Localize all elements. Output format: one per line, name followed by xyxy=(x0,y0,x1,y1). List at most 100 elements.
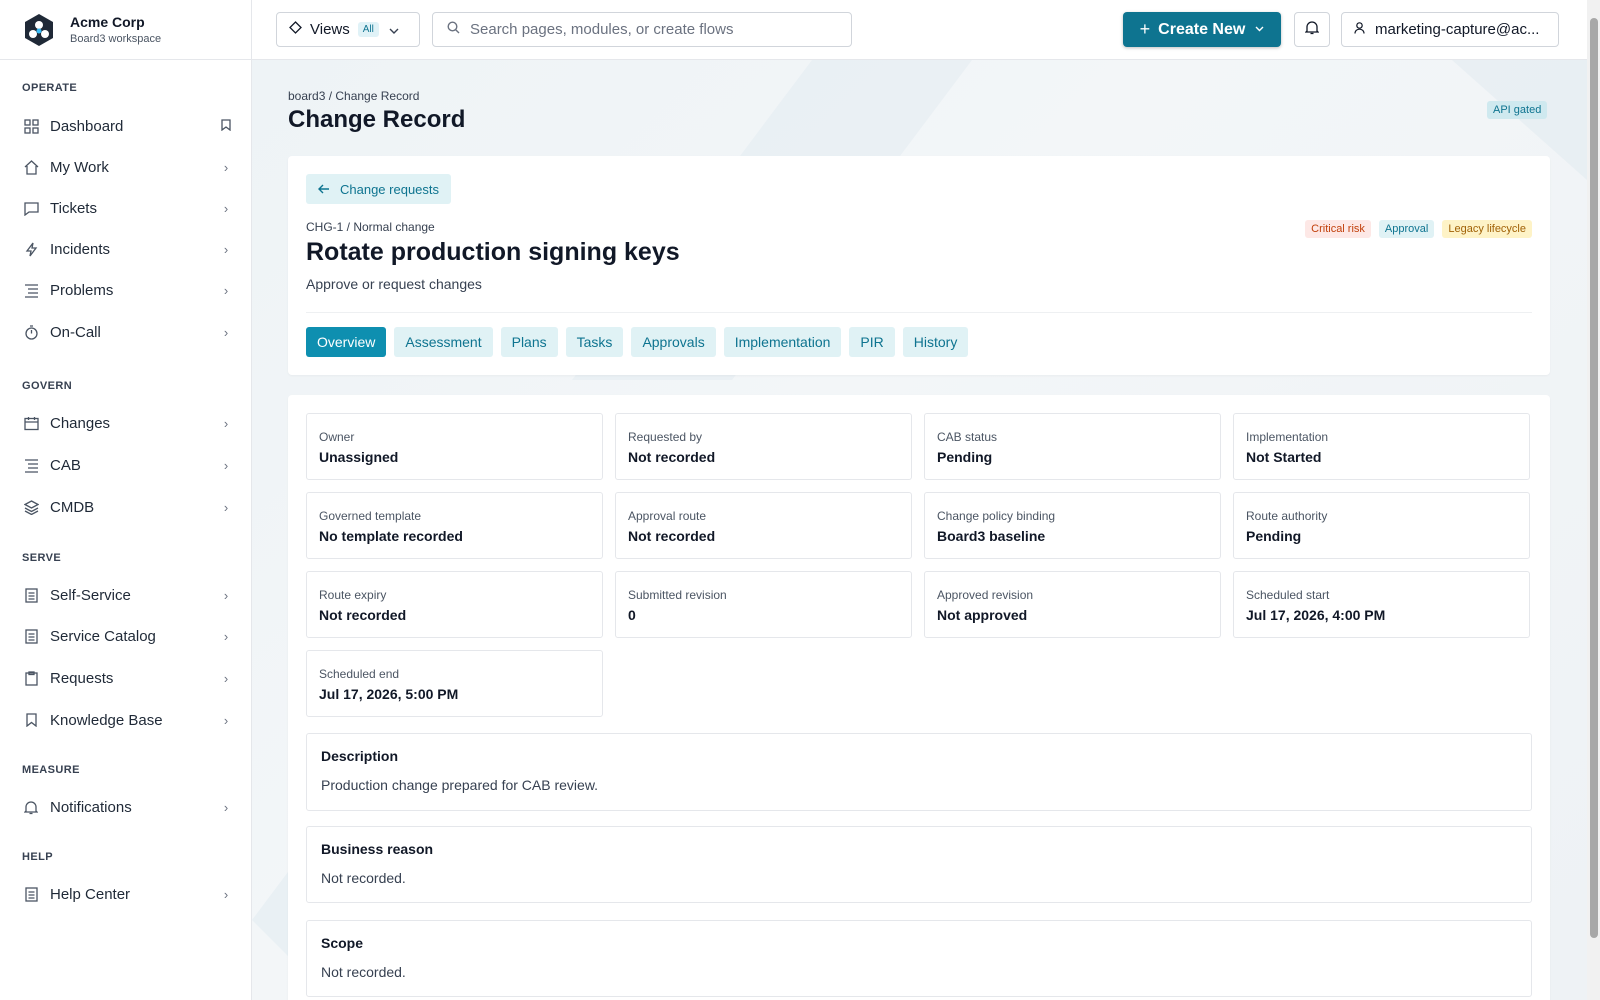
sidebar-item-cab[interactable]: CAB › xyxy=(22,450,234,480)
chevron-right-icon: › xyxy=(223,799,229,815)
list-icon xyxy=(22,456,40,474)
sidebar-item-service-catalog[interactable]: Service Catalog › xyxy=(22,621,234,651)
sidebar-item-notifications[interactable]: Notifications › xyxy=(22,792,234,822)
field-submitted-revision: Submitted revision 0 xyxy=(615,571,912,638)
create-new-button[interactable]: + Create New xyxy=(1123,12,1281,47)
sidebar-item-label: Help Center xyxy=(50,885,131,903)
sidebar-item-label: Tickets xyxy=(50,199,97,217)
sidebar-item-self-service[interactable]: Self-Service › xyxy=(22,580,234,610)
main-content: board3 / Change Record Change Record API… xyxy=(252,60,1587,1000)
description-section: Description Production change prepared f… xyxy=(306,733,1532,811)
tab-tasks[interactable]: Tasks xyxy=(565,327,624,357)
bookmark-icon[interactable] xyxy=(218,118,234,134)
grid-icon xyxy=(22,117,40,135)
sidebar-item-my-work[interactable]: My Work › xyxy=(22,152,234,182)
tab-pir[interactable]: PIR xyxy=(849,327,895,357)
field-value: No template recorded xyxy=(319,528,463,544)
chevron-right-icon: › xyxy=(223,670,229,686)
nav-section-measure: MEASURE xyxy=(22,764,80,776)
section-text: Not recorded. xyxy=(321,870,406,886)
record-id: CHG-1 / Normal change xyxy=(306,220,435,234)
bolt-icon xyxy=(22,240,40,258)
sidebar-item-label: Self-Service xyxy=(50,586,131,604)
chevron-right-icon: › xyxy=(223,200,229,216)
views-dropdown[interactable]: Views All xyxy=(276,12,420,47)
chevron-right-icon: › xyxy=(223,457,229,473)
sidebar-item-label: On-Call xyxy=(50,323,101,341)
section-text: Not recorded. xyxy=(321,964,406,980)
chevron-right-icon: › xyxy=(223,499,229,515)
page-title: Change Record xyxy=(288,106,466,133)
list-icon xyxy=(22,281,40,299)
search-input[interactable]: Search pages, modules, or create flows xyxy=(432,12,852,47)
field-value: Jul 17, 2026, 4:00 PM xyxy=(1246,607,1386,623)
field-label: Scheduled start xyxy=(1246,588,1330,602)
field-value: Not approved xyxy=(937,607,1028,623)
bell-icon xyxy=(1304,20,1320,40)
brand[interactable]: Acme Corp Board3 workspace xyxy=(0,0,251,60)
sidebar-item-label: Changes xyxy=(50,414,111,432)
field-label: Governed template xyxy=(319,509,422,523)
sidebar-item-knowledge-base[interactable]: Knowledge Base › xyxy=(22,705,234,735)
field-label: Approval route xyxy=(628,509,707,523)
field-cab-status: CAB status Pending xyxy=(924,413,1221,480)
notifications-button[interactable] xyxy=(1294,12,1330,47)
create-new-label: Create New xyxy=(1158,20,1246,38)
field-approval-route: Approval route Not recorded xyxy=(615,492,912,559)
record-title: Rotate production signing keys xyxy=(306,238,680,266)
api-gated-badge: API gated xyxy=(1487,101,1548,119)
tab-assessment[interactable]: Assessment xyxy=(394,327,493,357)
sidebar-item-label: My Work xyxy=(50,158,109,176)
field-label: Requested by xyxy=(628,430,703,444)
chevron-right-icon: › xyxy=(223,415,229,431)
clipboard-icon xyxy=(22,669,40,687)
sidebar-item-tickets[interactable]: Tickets › xyxy=(22,193,234,223)
field-label: Approved revision xyxy=(937,588,1034,602)
sidebar-item-help-center[interactable]: Help Center › xyxy=(22,879,234,909)
user-menu-button[interactable]: marketing-capture@ac... xyxy=(1341,12,1559,47)
record-header-card: Change requests CHG-1 / Normal change Ro… xyxy=(288,156,1550,375)
bookmark-icon xyxy=(22,711,40,729)
sidebar-item-requests[interactable]: Requests › xyxy=(22,663,234,693)
chevron-right-icon: › xyxy=(223,324,229,340)
document-icon xyxy=(22,885,40,903)
chevron-right-icon: › xyxy=(223,886,229,902)
field-value: Not recorded xyxy=(319,607,407,623)
overview-card: Owner Unassigned Requested by Not recorded… xyxy=(288,395,1550,1000)
risk-badge: Critical risk xyxy=(1305,220,1371,238)
chevron-right-icon: › xyxy=(223,587,229,603)
section-heading: Description xyxy=(321,748,399,764)
field-label: Route expiry xyxy=(319,588,387,602)
sidebar-item-incidents[interactable]: Incidents › xyxy=(22,234,234,264)
sidebar-item-on-call[interactable]: On-Call › xyxy=(22,317,234,347)
user-icon xyxy=(1354,21,1365,38)
sidebar-item-label: Incidents xyxy=(50,240,111,258)
views-label: Views xyxy=(310,21,350,38)
chevron-right-icon: › xyxy=(223,712,229,728)
sidebar-item-label: Dashboard xyxy=(50,117,124,135)
brand-logo-icon xyxy=(25,13,53,46)
scrollbar-thumb[interactable] xyxy=(1590,18,1598,938)
field-route-authority: Route authority Pending xyxy=(1233,492,1530,559)
sidebar-item-label: Problems xyxy=(50,281,114,299)
sidebar-item-changes[interactable]: Changes › xyxy=(22,408,234,438)
sidebar-item-label: CAB xyxy=(50,456,81,474)
field-value: Not recorded xyxy=(628,449,716,465)
tab-approvals[interactable]: Approvals xyxy=(631,327,716,357)
tab-history[interactable]: History xyxy=(902,327,969,357)
tab-implementation[interactable]: Implementation xyxy=(723,327,842,357)
record-subtitle: Approve or request changes xyxy=(306,276,482,292)
sidebar-item-dashboard[interactable]: Dashboard xyxy=(22,111,234,141)
back-to-change-requests-button[interactable]: Change requests xyxy=(306,174,452,204)
tab-plans[interactable]: Plans xyxy=(500,327,558,357)
sidebar-item-problems[interactable]: Problems › xyxy=(22,275,234,305)
breadcrumb: board3 / Change Record xyxy=(288,89,420,103)
stopwatch-icon xyxy=(22,323,40,341)
field-value: Unassigned xyxy=(319,449,399,465)
field-value: Pending xyxy=(937,449,993,465)
sidebar-item-label: Service Catalog xyxy=(50,627,156,645)
tab-overview[interactable]: Overview xyxy=(306,327,387,357)
diamond-icon xyxy=(289,21,302,38)
field-route-expiry: Route expiry Not recorded xyxy=(306,571,603,638)
sidebar-item-cmdb[interactable]: CMDB › xyxy=(22,492,234,522)
